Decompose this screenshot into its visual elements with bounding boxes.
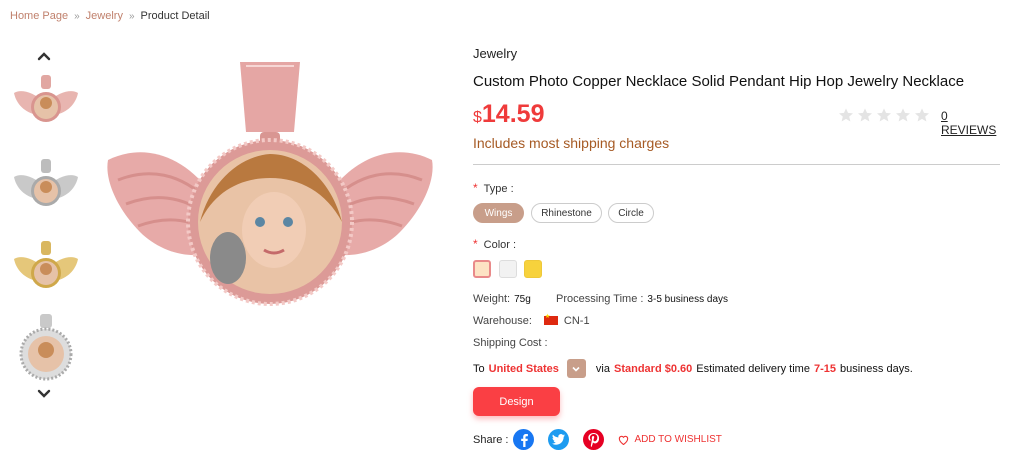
shipping-note: Includes most shipping charges — [473, 135, 670, 151]
type-option-rhinestone[interactable]: Rhinestone — [531, 203, 602, 223]
shipping-line: To United States via Standard $0.60 Esti… — [473, 359, 913, 378]
chevron-up-icon[interactable] — [36, 48, 52, 64]
ship-to-label: To — [473, 362, 485, 375]
ship-days: 7-15 — [813, 362, 836, 375]
breadcrumb: Home Page » Jewelry » Product Detail — [10, 10, 210, 22]
facebook-icon[interactable] — [513, 429, 535, 450]
processing-value: 3-5 business days — [647, 294, 729, 305]
processing-row: Processing Time :3-5 business days — [556, 293, 728, 305]
product-title: Custom Photo Copper Necklace Solid Penda… — [473, 73, 965, 90]
type-option-circle[interactable]: Circle — [608, 203, 654, 223]
ship-country[interactable]: United States — [489, 363, 559, 375]
breadcrumb-current: Product Detail — [140, 10, 210, 22]
ship-estimated-label: Estimated delivery time — [696, 362, 810, 375]
pinterest-icon[interactable] — [583, 429, 605, 450]
ship-via-label: via — [595, 362, 610, 375]
warehouse-row: Warehouse: CN-1 — [473, 313, 590, 327]
star-icon — [915, 108, 929, 122]
chevron-down-icon[interactable] — [36, 386, 52, 402]
thumbnail-wings-gold[interactable] — [12, 234, 80, 300]
ship-method: Standard $0.60 — [613, 362, 693, 375]
share-label: Share : — [473, 433, 509, 446]
product-price: $14.59 — [473, 100, 544, 129]
thumbnail-wings-silver[interactable] — [12, 152, 80, 218]
shipping-cost-label: Shipping Cost : — [473, 337, 548, 349]
weight-row: Weight: 75g — [473, 293, 531, 305]
processing-label: Processing Time : — [556, 293, 644, 305]
star-icon — [896, 108, 910, 122]
main-product-image — [100, 52, 440, 332]
star-icon — [858, 108, 872, 122]
breadcrumb-separator: » — [128, 10, 135, 22]
color-label: * Color : — [473, 237, 516, 251]
product-category: Jewelry — [473, 46, 518, 61]
breadcrumb-category-link[interactable]: Jewelry — [86, 10, 123, 22]
breadcrumb-home-link[interactable]: Home Page — [10, 10, 68, 22]
color-swatch-peach[interactable] — [473, 260, 491, 278]
china-flag-icon — [543, 313, 558, 325]
required-mark: * — [473, 181, 478, 195]
color-label-text: Color : — [483, 239, 517, 251]
design-button[interactable]: Design — [473, 387, 560, 416]
price-amount: 14.59 — [481, 100, 545, 128]
star-icon — [839, 108, 853, 122]
color-swatch-silver[interactable] — [499, 260, 517, 278]
share-row: Share : ADD TO WISHLIST — [473, 429, 722, 450]
star-icon — [877, 108, 891, 122]
weight-label: Weight: — [473, 293, 511, 305]
weight-value: 75g — [514, 294, 531, 305]
warehouse-value: CN-1 — [563, 315, 590, 327]
breadcrumb-separator: » — [74, 10, 80, 22]
ship-country-dropdown[interactable] — [566, 359, 586, 378]
thumbnail-circle-rhinestone[interactable] — [12, 310, 80, 386]
thumbnail-wings-rose-gold[interactable] — [12, 68, 80, 134]
rating-stars — [838, 107, 930, 123]
ship-days-suffix: business days. — [840, 362, 913, 375]
required-mark: * — [473, 237, 478, 251]
heart-icon — [619, 435, 629, 445]
reviews-link[interactable]: 0 REVIEWS — [941, 109, 1003, 137]
type-label: * Type : — [473, 181, 514, 195]
divider — [473, 164, 1000, 165]
color-swatch-gold[interactable] — [524, 260, 542, 278]
wishlist-label: ADD TO WISHLIST — [634, 434, 722, 445]
thumbnail-strip — [8, 44, 80, 404]
type-option-wings[interactable]: Wings — [473, 203, 524, 223]
type-label-text: Type : — [483, 183, 514, 195]
price-currency: $ — [473, 109, 482, 126]
chevron-down-icon — [572, 366, 580, 372]
warehouse-label: Warehouse: — [473, 315, 532, 327]
add-to-wishlist-link[interactable]: ADD TO WISHLIST — [618, 434, 722, 445]
twitter-icon[interactable] — [548, 429, 570, 450]
